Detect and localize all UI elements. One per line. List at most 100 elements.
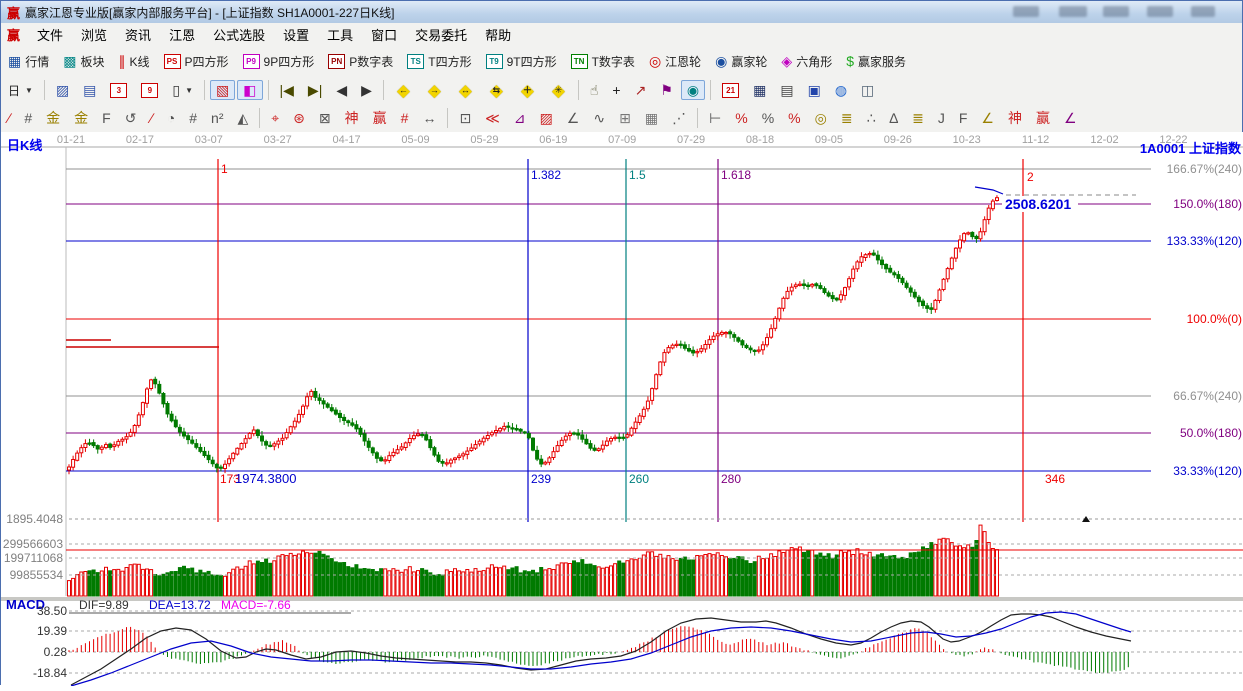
span-arrow-tool[interactable]: ↔ [416,108,442,128]
print-button[interactable]: ◫ [855,80,880,100]
menu-item-工具[interactable]: 工具 [318,23,362,46]
chart-canvas[interactable]: 01-2102-1703-0703-2704-1705-0905-2906-19… [1,132,1243,686]
info-panel-button[interactable]: ▤ [77,80,102,100]
gann-grid-tool[interactable]: # [18,108,38,128]
zoom-all-button[interactable]: ◆✳ [544,80,573,100]
gold-lines-tool[interactable]: ≣ [835,108,859,128]
next-bar-button[interactable]: ▶ [355,80,378,100]
calendar-button[interactable]: 21 [716,80,745,100]
first-bar-button[interactable]: |◀ [274,80,300,100]
menu-item-江恩[interactable]: 江恩 [160,23,204,46]
menu-item-帮助[interactable]: 帮助 [476,23,520,46]
scale-tool[interactable]: ⊢ [703,108,727,128]
quotes-button[interactable]: ▦行情 [2,51,55,71]
gold-gann-tool[interactable]: 金 [40,108,66,128]
distribution-button[interactable]: ◧ [237,80,262,100]
winner-service-button[interactable]: $赢家服务 [840,51,912,71]
gann-wheel-button[interactable]: ◎江恩轮 [643,51,707,71]
analysis-button[interactable]: ◉ [681,80,705,100]
number-grid-tool[interactable]: # [395,108,415,128]
percent-tool[interactable]: % [756,108,780,128]
kline-3col-button[interactable]: 3 [104,80,133,100]
expand-x-button[interactable]: ◆↔ [451,80,480,100]
kline-button-icon: ∥ [119,54,126,68]
ink-tool[interactable]: ∴ [861,108,882,128]
notepad-button[interactable]: ▤ [774,80,799,100]
menu-item-公式选股[interactable]: 公式选股 [204,23,274,46]
menu-item-资讯[interactable]: 资讯 [116,23,160,46]
gold-circle-tool[interactable]: ◎ [809,108,833,128]
candle-style-dropdown[interactable]: ▯▼ [166,80,199,100]
menu-item-设置[interactable]: 设置 [274,23,318,46]
gold-angle-tool[interactable]: ∠ [975,108,1000,128]
trend-pen-tool[interactable]: ∕ [2,108,16,128]
hexagon-button[interactable]: ◈六角形 [775,51,838,71]
crosshair-button-icon: + [612,83,620,97]
target-tool[interactable]: ⌖ [265,108,285,128]
p-number-table-button[interactable]: PNP数字表 [322,51,399,71]
wedge-tool[interactable]: ⊿ [508,108,532,128]
menu-item-浏览[interactable]: 浏览 [72,23,116,46]
box-grid-tool[interactable]: ⊠ [313,108,337,128]
shade-box-tool[interactable]: ▨ [534,108,559,128]
last-bar-button[interactable]: ▶| [302,80,328,100]
shen-angle-tool[interactable]: 神 [1002,108,1028,128]
cycle-clock-tool[interactable]: ◔ [161,108,181,128]
f-ruler-tool[interactable]: F [96,108,117,128]
frame-tool[interactable]: ⊡ [453,108,477,128]
j-angle-tool[interactable]: J [932,108,951,128]
title-bar[interactable]: 赢 赢家江恩专业版[赢家内部服务平台] - [上证指数 SH1A0001-227… [1,1,1242,24]
fan-lines-tool[interactable]: ≪ [479,108,506,128]
menu-item-交易委托[interactable]: 交易委托 [406,23,476,46]
shen-tool[interactable]: 神 [339,108,365,128]
ying-angle-tool[interactable]: 赢 [1030,108,1056,128]
grid-plus-tool[interactable]: ⊞ [613,108,637,128]
line-tool[interactable]: ∠ [561,108,586,128]
t-number-table-button[interactable]: TNT数字表 [565,51,641,71]
p-square-button[interactable]: PSP四方形 [158,51,235,71]
percent-line-tool[interactable]: % [782,108,806,128]
kline-grid-button[interactable]: ▧ [210,80,235,100]
winner-wheel-button[interactable]: ◉赢家轮 [709,51,773,71]
t-square-button[interactable]: TST四方形 [401,51,477,71]
gold-gann2-tool[interactable]: 金 [68,108,94,128]
n2-tool[interactable]: n² [205,108,229,128]
menu-item-文件[interactable]: 文件 [28,23,72,46]
prev-bar-button[interactable]: ◀ [330,80,353,100]
menu-item-窗口[interactable]: 窗口 [362,23,406,46]
save-button[interactable]: ▣ [802,80,827,100]
period-day-dropdown[interactable]: 日▼ [2,80,39,100]
crosshair-button[interactable]: + [606,80,626,100]
chart-area[interactable]: 01-2102-1703-0703-2704-1705-0905-2906-19… [1,132,1243,686]
flag-note-button[interactable]: ⚑ [654,80,679,100]
zoom-in-button[interactable]: ◆＋ [513,80,542,100]
parallel-lines-tool[interactable]: ⋰ [666,108,692,128]
ying-tool[interactable]: 赢 [367,108,393,128]
angle-tool[interactable]: ◭ [232,108,255,128]
sectors-button[interactable]: ▩板块 [57,51,110,71]
drag-hand-button[interactable]: ☝ [584,80,605,100]
calendar-button-icon: 21 [722,83,739,98]
tick-ruler-tool[interactable]: # [183,108,203,128]
spiral-tool[interactable]: ↺ [119,108,143,128]
9t-square-button[interactable]: T99T四方形 [480,51,563,71]
f-angle-tool[interactable]: F [953,108,974,128]
delta-wave-tool[interactable]: ∆ [884,108,905,128]
red-pen-tool[interactable]: ∕ [144,108,158,128]
grid-dense-tool[interactable]: ▦ [639,108,664,128]
kline-button[interactable]: ∥K线 [113,51,156,71]
wave-tool[interactable]: ∿ [587,108,611,128]
9p-square-button[interactable]: P99P四方形 [237,51,321,71]
web-button[interactable]: ◍ [829,80,853,100]
purple-angle-tool[interactable]: ∠ [1058,108,1083,128]
shift-right-button[interactable]: ◆→ [420,80,449,100]
percent-red-tool[interactable]: % [729,108,753,128]
calculator-button[interactable]: ▦ [747,80,772,100]
kline-9col-button[interactable]: 9 [135,80,164,100]
star-grid-tool[interactable]: ⊛ [287,108,311,128]
measure-button[interactable]: ↗ [629,80,653,100]
compress-x-button[interactable]: ◆⇆ [482,80,511,100]
shift-left-button[interactable]: ◆← [389,80,418,100]
gold-lines2-tool[interactable]: ≣ [906,108,930,128]
pattern-view-button[interactable]: ▨ [50,80,75,100]
